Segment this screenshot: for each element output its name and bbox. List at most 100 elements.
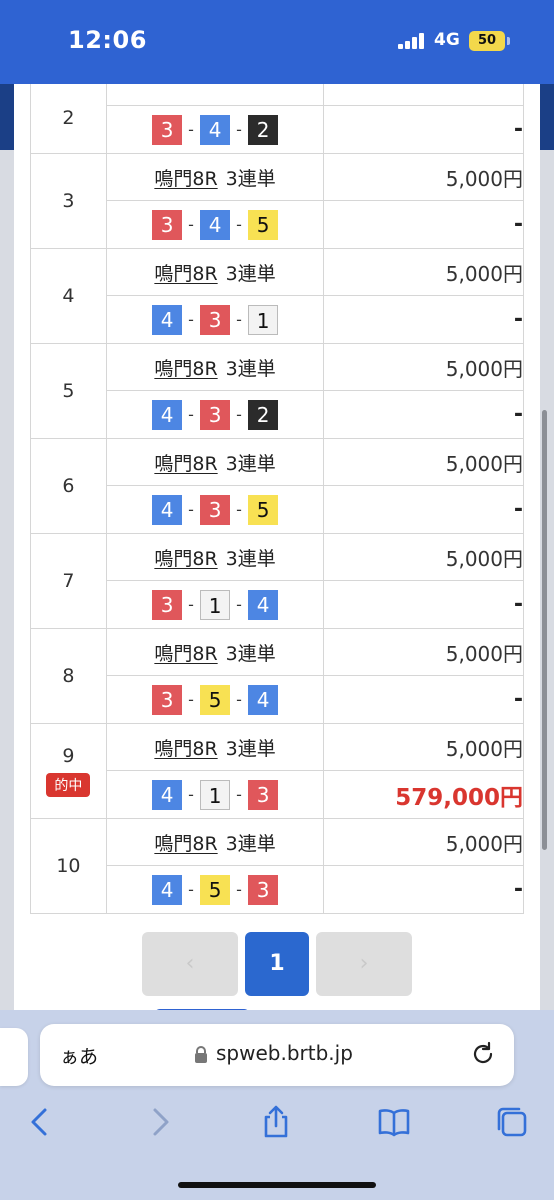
boat-number-badge: 2 (248, 114, 279, 145)
boat-number-badge: 4 (200, 114, 231, 145)
boat-number-badge: 4 (248, 684, 279, 715)
race-link[interactable]: 鳴門8R (154, 643, 217, 665)
combo-separator: - (188, 595, 194, 614)
race-cell: 鳴門8R 3連単 (105, 153, 325, 201)
page-1-button[interactable]: 1 (245, 932, 309, 996)
boat-number-badge: 3 (152, 114, 183, 145)
bet-results-modal: 2 3-4-2-3 鳴門8R 3連単 5,000円 3-4-5-4 鳴門8R 3連単 5,000… (14, 84, 540, 1024)
home-indicator (178, 1182, 376, 1188)
back-icon[interactable] (22, 1104, 58, 1140)
reload-icon[interactable] (470, 1041, 496, 1067)
bet-amount: 5,000円 (323, 628, 524, 676)
boat-number-badge: 4 (200, 209, 231, 240)
bet-number: 4 (62, 285, 75, 307)
boat-number-badge: 5 (248, 494, 279, 525)
text-size-button[interactable]: ぁあ (60, 1042, 98, 1069)
combination-cell: 4-1-3 (105, 770, 325, 819)
bet-type: 3連単 (225, 262, 276, 285)
status-bar: 12:06 4G 50 (0, 0, 554, 84)
bet-row-top: 3 鳴門8R 3連単 5,000円 (30, 153, 524, 249)
next-page-button[interactable]: › (316, 932, 412, 996)
previous-tab-stub[interactable] (0, 1028, 28, 1086)
payout-amount: - (323, 865, 524, 914)
bet-number-cell: 5 (30, 343, 107, 439)
combo-separator: - (188, 215, 194, 234)
bet-number: 3 (62, 190, 75, 212)
race-link[interactable]: 鳴門8R (154, 453, 217, 475)
combo-separator: - (188, 500, 194, 519)
tabs-icon[interactable] (494, 1104, 530, 1140)
boat-number-badge: 5 (200, 684, 231, 715)
address-bar[interactable]: ぁあ spweb.brtb.jp (40, 1024, 514, 1086)
bet-amount: 5,000円 (323, 533, 524, 581)
bet-number-cell: 8 (30, 628, 107, 724)
scrollbar-thumb[interactable] (542, 410, 547, 850)
bet-row-top: 7 鳴門8R 3連単 5,000円 (30, 533, 524, 629)
bet-amount: 5,000円 (323, 343, 524, 391)
bet-number: 6 (62, 475, 75, 497)
race-link[interactable]: 鳴門8R (154, 833, 217, 855)
boat-number-badge: 4 (152, 494, 183, 525)
combo-separator: - (188, 120, 194, 139)
combo-separator: - (236, 310, 242, 329)
boat-number-badge: 4 (152, 874, 183, 905)
share-icon[interactable] (258, 1104, 294, 1140)
bet-row-top: 10 鳴門8R 3連単 5,000円 (30, 818, 524, 914)
hit-badge: 的中 (46, 773, 91, 797)
lock-icon (195, 1046, 207, 1063)
combo-separator: - (236, 785, 242, 804)
race-cell: 鳴門8R 3連単 (105, 248, 325, 296)
bet-number-cell: 10 (30, 818, 107, 914)
boat-number-badge: 3 (152, 684, 183, 715)
boat-number-badge: 1 (248, 304, 279, 335)
bet-number: 8 (62, 665, 75, 687)
browser-toolbar: ぁあ spweb.brtb.jp (0, 1010, 554, 1200)
combo-separator: - (236, 595, 242, 614)
race-cell: 鳴門8R 3連単 (105, 438, 325, 486)
race-link[interactable]: 鳴門8R (154, 548, 217, 570)
race-cell: 鳴門8R 3連単 (105, 343, 325, 391)
combo-separator: - (188, 690, 194, 709)
bet-number: 9 (62, 745, 75, 767)
pagination: ‹ 1 › (142, 932, 412, 996)
race-link[interactable]: 鳴門8R (154, 358, 217, 380)
bet-type: 3連単 (225, 832, 276, 855)
payout-amount: - (323, 580, 524, 629)
boat-number-badge: 1 (200, 589, 231, 620)
boat-number-badge: 3 (200, 304, 231, 335)
network-label: 4G (434, 30, 460, 50)
bet-row-top: 5 鳴門8R 3連単 5,000円 (30, 343, 524, 439)
race-cell (105, 84, 325, 106)
signal-icon (398, 33, 428, 49)
bookmarks-icon[interactable] (376, 1104, 412, 1140)
bet-amount: 5,000円 (323, 723, 524, 771)
bet-type: 3連単 (225, 167, 276, 190)
combo-separator: - (188, 310, 194, 329)
bet-number-cell: 4 (30, 248, 107, 344)
bet-number-cell: 6 (30, 438, 107, 534)
bet-row-top: 6 鳴門8R 3連単 5,000円 (30, 438, 524, 534)
bet-number-cell: 2 (30, 84, 107, 154)
combination-cell: 4-3-2 (105, 390, 325, 439)
race-link[interactable]: 鳴門8R (154, 168, 217, 190)
battery-icon: 50 (469, 31, 505, 51)
prev-page-button[interactable]: ‹ (142, 932, 238, 996)
payout-amount: - (323, 390, 524, 439)
bet-number: 10 (56, 855, 81, 877)
boat-number-badge: 4 (152, 779, 183, 810)
background-page-left (0, 84, 14, 1024)
boat-number-badge: 2 (248, 399, 279, 430)
race-link[interactable]: 鳴門8R (154, 738, 217, 760)
bet-amount: 5,000円 (323, 438, 524, 486)
bet-row-top: 8 鳴門8R 3連単 5,000円 (30, 628, 524, 724)
boat-number-badge: 3 (200, 399, 231, 430)
bet-amount (323, 84, 524, 106)
forward-icon[interactable] (142, 1104, 178, 1140)
combination-cell: 4-3-1 (105, 295, 325, 344)
race-cell: 鳴門8R 3連単 (105, 818, 325, 866)
combination-cell: 3-5-4 (105, 675, 325, 724)
boat-number-badge: 5 (248, 209, 279, 240)
race-link[interactable]: 鳴門8R (154, 263, 217, 285)
bet-amount: 5,000円 (323, 153, 524, 201)
bet-row-top: 4 鳴門8R 3連単 5,000円 (30, 248, 524, 344)
